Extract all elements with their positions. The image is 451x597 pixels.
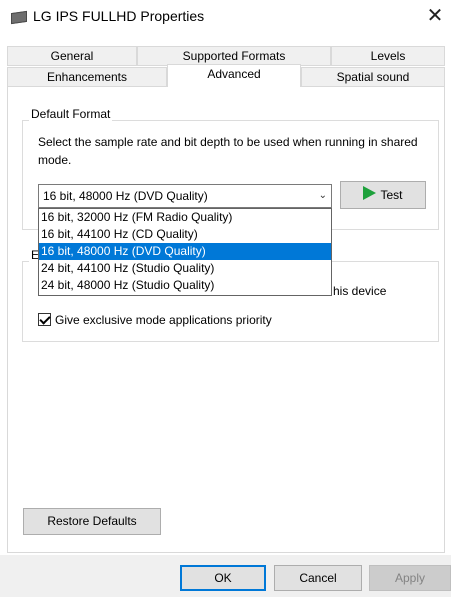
dropdown-option[interactable]: 24 bit, 48000 Hz (Studio Quality) [39,277,331,294]
tab-levels[interactable]: Levels [331,46,445,66]
speaker-device-icon [11,10,27,25]
tab-spatial-sound[interactable]: Spatial sound [301,67,445,87]
close-button[interactable]: ✕ [419,2,451,30]
restore-defaults-button[interactable]: Restore Defaults [23,508,161,535]
default-format-legend: Default Format [29,107,113,121]
dropdown-option[interactable]: 16 bit, 32000 Hz (FM Radio Quality) [39,209,331,226]
test-button-label: Test [380,188,403,202]
chevron-down-icon: ⌄ [318,190,327,201]
cancel-button[interactable]: Cancel [274,565,362,591]
exclusive-priority-row[interactable]: Give exclusive mode applications priorit… [38,311,272,329]
window-title: LG IPS FULLHD Properties [33,8,205,24]
tab-general[interactable]: General [7,46,137,66]
dropdown-option[interactable]: 24 bit, 44100 Hz (Studio Quality) [39,260,331,277]
tab-supported-formats[interactable]: Supported Formats [137,46,331,66]
sample-rate-dropdown-list: 16 bit, 32000 Hz (FM Radio Quality) 16 b… [38,208,332,296]
dropdown-selected-value: 16 bit, 48000 Hz (DVD Quality) [43,189,208,203]
title-bar: LG IPS FULLHD Properties ✕ [0,0,451,34]
sample-rate-dropdown[interactable]: 16 bit, 48000 Hz (DVD Quality) ⌄ [38,184,332,208]
dropdown-option[interactable]: 16 bit, 44100 Hz (CD Quality) [39,226,331,243]
play-icon [363,186,377,200]
apply-button[interactable]: Apply [369,565,451,591]
exclusive-priority-label: Give exclusive mode applications priorit… [55,313,272,327]
ok-button[interactable]: OK [180,565,266,591]
format-description: Select the sample rate and bit depth to … [38,135,418,167]
tab-advanced[interactable]: Advanced [167,64,301,87]
test-button[interactable]: Test [340,181,426,209]
allow-exclusive-control-label: his device [333,284,387,298]
exclusive-priority-checkbox[interactable] [38,313,51,326]
tab-enhancements[interactable]: Enhancements [7,67,167,87]
dropdown-option-selected[interactable]: 16 bit, 48000 Hz (DVD Quality) [39,243,331,260]
